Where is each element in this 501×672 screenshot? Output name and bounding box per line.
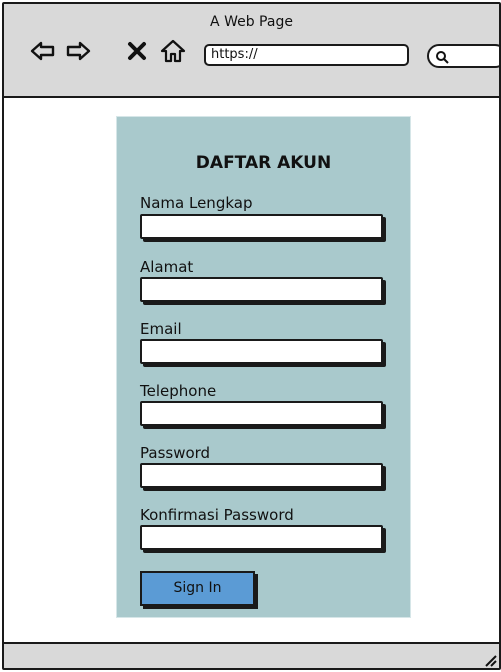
browser-window: A Web Page https:// DAFTAR AKUN Nama Len… (2, 2, 501, 670)
window-title: A Web Page (210, 14, 293, 30)
field-label-konfirmasi-password: Konfirmasi Password (140, 506, 294, 524)
field-label-alamat: Alamat (140, 258, 194, 276)
field-label-password: Password (140, 444, 211, 462)
sign-in-button[interactable]: Sign In (140, 571, 255, 606)
field-label-telephone: Telephone (140, 382, 217, 400)
page-content: DAFTAR AKUN Nama Lengkap Alamat Email Te… (4, 98, 499, 648)
status-bar (4, 642, 499, 668)
search-icon (435, 49, 449, 64)
browser-toolbar: A Web Page https:// (4, 4, 499, 98)
forward-arrow-icon[interactable] (65, 38, 91, 64)
back-arrow-icon[interactable] (30, 38, 56, 64)
home-icon[interactable] (160, 38, 186, 64)
close-icon[interactable] (127, 38, 147, 64)
register-form-panel: DAFTAR AKUN Nama Lengkap Alamat Email Te… (116, 116, 411, 618)
search-input[interactable] (427, 44, 499, 68)
field-label-email: Email (140, 320, 182, 338)
alamat-input[interactable] (140, 277, 383, 302)
email-input[interactable] (140, 339, 383, 364)
field-label-nama-lengkap: Nama Lengkap (140, 194, 253, 212)
password-input[interactable] (140, 463, 383, 488)
url-input[interactable]: https:// (204, 44, 409, 66)
resize-grip-icon[interactable] (483, 652, 497, 667)
form-title: DAFTAR AKUN (195, 153, 332, 173)
telephone-input[interactable] (140, 401, 383, 426)
konfirmasi-password-input[interactable] (140, 525, 383, 550)
nama-lengkap-input[interactable] (140, 214, 383, 239)
